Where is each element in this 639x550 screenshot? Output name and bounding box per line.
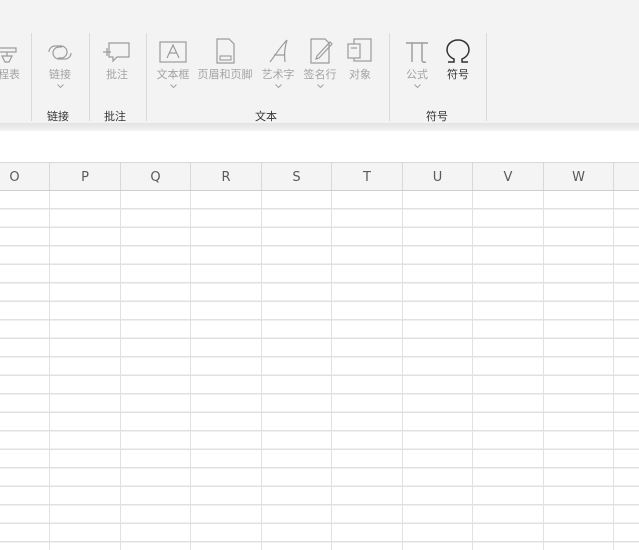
column-header-v[interactable]: V [473,163,544,191]
grid-column-line [402,191,403,550]
signature-line-button[interactable]: 签名行 [301,30,339,92]
grid-column-line [472,191,473,550]
signature-icon [305,30,335,66]
chevron-down-icon[interactable] [169,84,177,92]
link-button[interactable]: 链接 [44,30,76,92]
separator [146,33,147,121]
header-footer-label: 页眉和页脚 [197,68,253,81]
column-header-row: O P Q R S T U V W [0,162,639,191]
comment-icon [102,30,132,66]
column-header-o[interactable]: O [0,163,50,191]
chevron-down-icon[interactable] [56,84,64,92]
symbol-label: 符号 [447,68,469,81]
column-header-u[interactable]: U [403,163,473,191]
separator [486,33,487,121]
grid-column-line [331,191,332,550]
flowchart-button[interactable]: 程表 [0,30,22,81]
textbox-button[interactable]: 文本框 [156,30,190,92]
object-icon [345,30,375,66]
ribbon-shadow [0,123,639,131]
omega-icon [443,30,473,66]
symbol-button[interactable]: 符号 [442,30,474,81]
group-label-text: 文本 [255,110,277,123]
wordart-icon [263,30,293,66]
column-header-w[interactable]: W [544,163,614,191]
comment-button[interactable]: 批注 [101,30,133,81]
wordart-label: 艺术字 [261,68,295,81]
column-header-t[interactable]: T [332,163,403,191]
group-label-link: 链接 [47,110,69,123]
object-button[interactable]: 对象 [344,30,376,81]
grid-column-line [543,191,544,550]
textbox-icon [157,30,189,66]
pi-icon [402,30,432,66]
grid-column-line [120,191,121,550]
grid-column-line [190,191,191,550]
grid-column-line [49,191,50,550]
group-label-symbols: 符号 [426,110,448,123]
grid-column-line [613,191,614,550]
signature-line-label: 签名行 [303,68,337,81]
link-icon [45,30,75,66]
wordart-button[interactable]: 艺术字 [260,30,296,92]
chevron-down-icon[interactable] [413,84,421,92]
column-header-q[interactable]: Q [121,163,191,191]
flowchart-label: 程表 [0,68,20,81]
column-header-s[interactable]: S [262,163,332,191]
object-label: 对象 [349,68,371,81]
separator [389,33,390,121]
formula-bar[interactable] [0,131,639,162]
column-header-p[interactable]: P [50,163,121,191]
link-label: 链接 [49,68,71,81]
comment-label: 批注 [106,68,128,81]
header-footer-button[interactable]: 页眉和页脚 [196,30,254,81]
flowchart-icon [0,30,22,66]
grid-column-line [261,191,262,550]
ribbon-toolbar: 程表 链接 链接 批注 批注 文本框 页眉和页脚 艺术字 签名行 对象 文本 公… [0,0,639,127]
column-header-r[interactable]: R [191,163,262,191]
separator [31,33,32,121]
chevron-down-icon[interactable] [274,84,282,92]
header-footer-icon [210,30,240,66]
chevron-down-icon[interactable] [316,84,324,92]
formula-button[interactable]: 公式 [402,30,432,92]
formula-label: 公式 [406,68,428,81]
separator [89,33,90,121]
textbox-label: 文本框 [156,68,190,81]
group-label-comment: 批注 [104,110,126,123]
